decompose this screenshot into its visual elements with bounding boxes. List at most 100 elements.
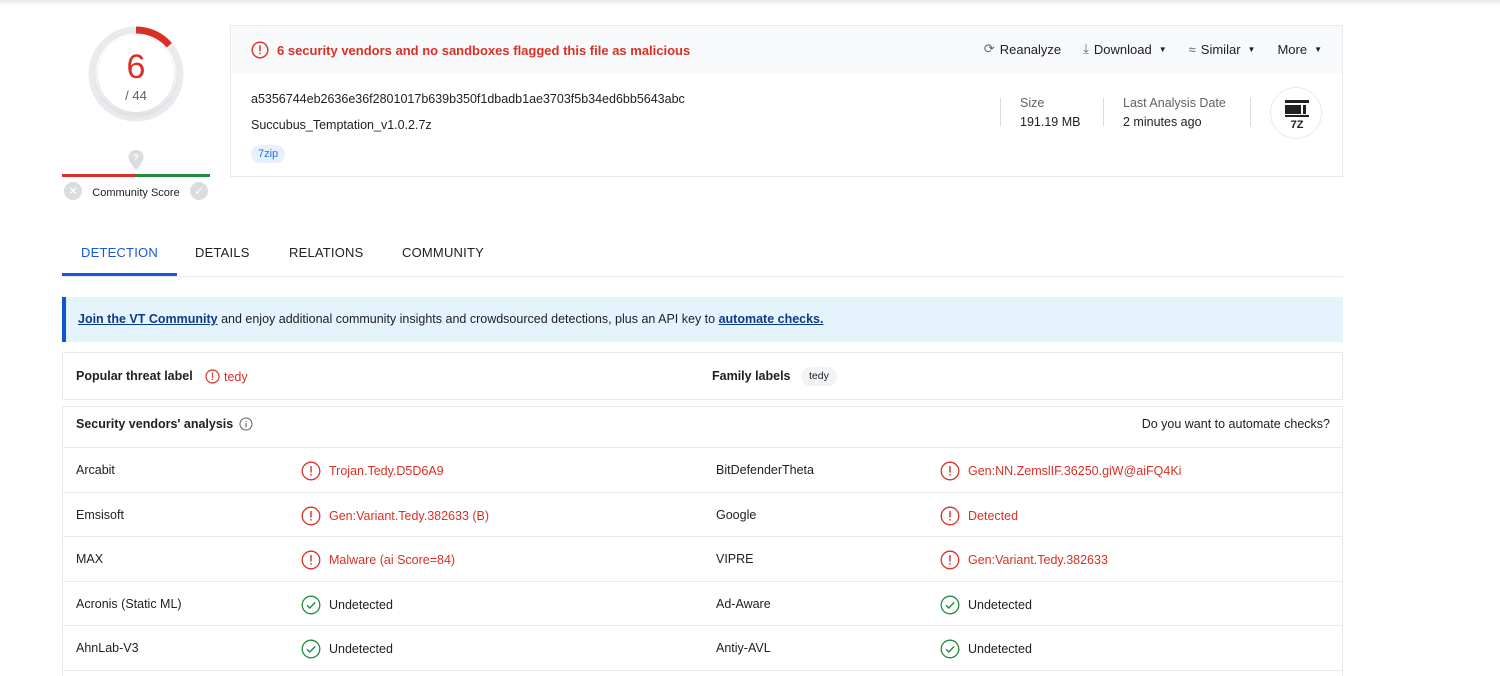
vendors-header: Security vendors' analysis Do you want t…	[63, 407, 1342, 441]
vendors-title: Security vendors' analysis	[76, 417, 253, 431]
threat-name: tedy	[224, 369, 248, 384]
vendors-table: Arcabit Trojan.Tedy.D5D6A9 BitDefenderTh…	[63, 447, 1342, 671]
report-tabs: DETECTION DETAILS RELATIONS COMMUNITY	[62, 230, 1343, 277]
result-text: Gen:Variant.Tedy.382633	[968, 553, 1108, 567]
tab-details[interactable]: DETAILS	[176, 230, 269, 276]
community-score-bar	[62, 174, 210, 177]
detection-alert-text: 6 security vendors and no sandboxes flag…	[277, 43, 691, 58]
family-label-chip[interactable]: tedy	[801, 367, 837, 386]
download-icon: ⤓	[1083, 41, 1089, 56]
banner-text: and enjoy additional community insights …	[217, 312, 719, 326]
result-text: Trojan.Tedy.D5D6A9	[329, 464, 444, 478]
vendor-result: Undetected	[940, 595, 1032, 615]
alert-icon	[301, 550, 321, 570]
info-icon[interactable]	[239, 417, 253, 431]
vendor-name: VIPRE	[716, 552, 754, 566]
size-block: Size 191.19 MB	[1020, 96, 1080, 129]
divider	[1250, 98, 1251, 126]
alert-icon	[301, 506, 321, 526]
table-row: Emsisoft Gen:Variant.Tedy.382633 (B) Goo…	[63, 493, 1342, 537]
download-button[interactable]: ⤓ Download ▼	[1083, 41, 1167, 57]
similar-icon: ≈	[1188, 41, 1196, 57]
svg-text:?: ?	[133, 153, 139, 163]
check-circle-icon	[301, 595, 321, 615]
vendor-result: Trojan.Tedy.D5D6A9	[301, 461, 444, 481]
file-type-badge: 7Z	[1270, 87, 1322, 139]
tab-detection[interactable]: DETECTION	[62, 230, 177, 276]
reanalyze-label: Reanalyze	[999, 41, 1062, 57]
vendor-result: Gen:Variant.Tedy.382633 (B)	[301, 506, 489, 526]
vendor-name: Acronis (Static ML)	[76, 596, 182, 611]
popular-threat-label-value[interactable]: tedy	[205, 369, 248, 384]
check-circle-icon	[940, 595, 960, 615]
vendor-name: Arcabit	[76, 463, 115, 477]
tab-relations[interactable]: RELATIONS	[270, 230, 383, 276]
vendor-name: MAX	[76, 552, 104, 566]
summary-header: 6 security vendors and no sandboxes flag…	[231, 26, 1342, 74]
size-value: 191.19 MB	[1020, 115, 1081, 129]
alert-icon	[205, 369, 220, 384]
result-text: Malware (ai Score=84)	[329, 553, 456, 567]
last-analysis-block: Last Analysis Date 2 minutes ago	[1123, 96, 1226, 129]
vendors-analysis: Security vendors' analysis Do you want t…	[62, 406, 1343, 676]
community-score-label: Community Score	[92, 187, 180, 199]
tab-community[interactable]: COMMUNITY	[383, 230, 503, 276]
reanalyze-button[interactable]: ⟳ Reanalyze	[984, 41, 1061, 57]
alert-icon	[940, 506, 960, 526]
chevron-down-icon: ▼	[1314, 44, 1322, 54]
result-text: Undetected	[329, 642, 393, 656]
table-row: Arcabit Trojan.Tedy.D5D6A9 BitDefenderTh…	[63, 448, 1342, 493]
chevron-down-icon: ▼	[1247, 44, 1256, 54]
vendors-title-text: Security vendors' analysis	[76, 417, 234, 431]
vendor-name: Google	[716, 507, 757, 522]
file-summary-card: 6 security vendors and no sandboxes flag…	[230, 25, 1343, 177]
divider	[1000, 98, 1001, 126]
detection-count: 6	[126, 48, 146, 86]
detection-score-widget: 6 / 44 ? ✕ Community Score ✓	[62, 22, 210, 204]
vendor-result: Detected	[940, 506, 1018, 526]
file-name: Succubus_Temptation_v1.0.2.7z	[251, 118, 432, 132]
vote-harmless-icon[interactable]: ✓	[190, 182, 208, 200]
file-tag[interactable]: 7zip	[251, 145, 286, 163]
result-text: Detected	[968, 508, 1019, 523]
join-community-link[interactable]: Join the VT Community	[78, 312, 218, 326]
last-analysis-label: Last Analysis Date	[1123, 96, 1226, 110]
alert-icon	[251, 41, 269, 59]
divider	[1103, 98, 1104, 126]
alert-icon	[940, 550, 960, 570]
result-text: Undetected	[329, 597, 393, 612]
similar-label: Similar	[1200, 41, 1241, 57]
vendor-name: BitDefenderTheta	[716, 463, 814, 477]
table-row: MAX Malware (ai Score=84) VIPRE Gen:Vari…	[63, 537, 1342, 582]
popular-threat-label-key: Popular threat label	[76, 369, 193, 383]
table-row: AhnLab-V3 Undetected Antiy-AVL Undetecte…	[63, 626, 1342, 671]
vendor-result: Gen:NN.ZemslIF.36250.giW@aiFQ4Ki	[940, 461, 1181, 481]
size-label: Size	[1020, 96, 1045, 110]
family-labels-key: Family labels	[712, 369, 791, 383]
file-type-text: 7Z	[1291, 119, 1304, 131]
download-label: Download	[1093, 41, 1152, 57]
alert-icon	[301, 461, 321, 481]
vote-malicious-icon[interactable]: ✕	[64, 182, 82, 200]
summary-actions: ⟳ Reanalyze ⤓ Download ▼ ≈ Similar ▼ Mor…	[984, 41, 1322, 57]
chevron-down-icon: ▼	[1158, 44, 1167, 54]
automate-checks-link[interactable]: automate checks.	[719, 312, 824, 326]
result-text: Undetected	[968, 642, 1032, 656]
engine-total: / 44	[125, 88, 147, 103]
check-circle-icon	[301, 639, 321, 659]
more-button[interactable]: More ▼	[1277, 41, 1322, 57]
vendor-result: Undetected	[301, 639, 393, 659]
refresh-icon: ⟳	[983, 41, 995, 56]
vendor-result: Undetected	[940, 639, 1032, 659]
alert-icon	[940, 461, 960, 481]
result-text: Gen:Variant.Tedy.382633 (B)	[329, 508, 490, 523]
similar-button[interactable]: ≈ Similar ▼	[1189, 41, 1256, 57]
community-banner: Join the VT Community and enjoy addition…	[62, 297, 1343, 342]
automate-checks-prompt[interactable]: Do you want to automate checks?	[1142, 417, 1330, 431]
check-circle-icon	[940, 639, 960, 659]
file-hash[interactable]: a5356744eb2636e36f2801017b639b350f1dbadb…	[251, 92, 685, 106]
result-text: Undetected	[968, 597, 1032, 612]
vendor-result: Malware (ai Score=84)	[301, 550, 455, 570]
vendor-name: Emsisoft	[76, 507, 124, 522]
result-text: Gen:NN.ZemslIF.36250.giW@aiFQ4Ki	[968, 464, 1182, 478]
